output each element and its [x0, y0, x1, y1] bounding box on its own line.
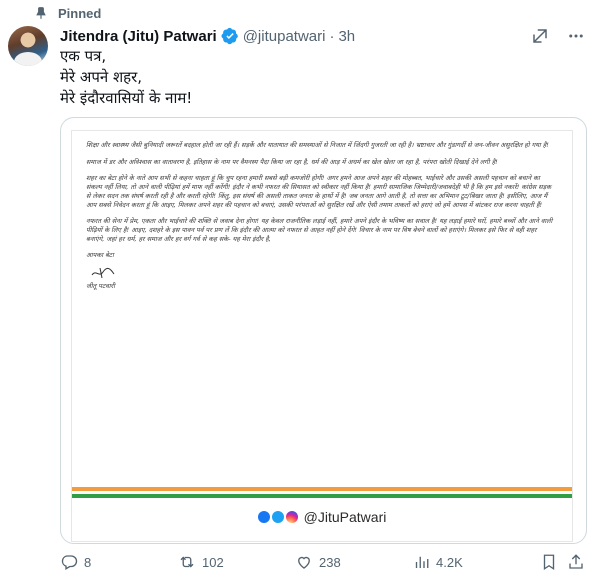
- grok-icon[interactable]: [531, 27, 549, 45]
- letter-paragraph: शहर का बेटा होने के नाते आप सभी से कहना …: [86, 174, 552, 209]
- avatar[interactable]: [8, 26, 48, 66]
- views-icon: [412, 553, 430, 571]
- heart-icon: [295, 553, 313, 571]
- tweet-text-line: मेरे इंदौरवासियों के नाम!: [60, 89, 193, 107]
- letter-signature-name: जीतू पटवारी: [86, 282, 115, 291]
- tweet-media-image[interactable]: शिक्षा और स्वास्थ्य जैसी बुनियादी जरूरते…: [60, 117, 587, 544]
- header-actions: [531, 27, 585, 45]
- letter-paragraph: शिक्षा और स्वास्थ्य जैसी बुनियादी जरूरते…: [86, 141, 549, 149]
- tweet-actions: 8 102 238 4.2K: [60, 553, 585, 571]
- tweet-timestamp[interactable]: 3h: [338, 28, 355, 45]
- views-count: 4.2K: [436, 554, 463, 570]
- like-button[interactable]: 238: [295, 553, 341, 571]
- author-display-name[interactable]: Jitendra (Jitu) Patwari: [60, 28, 217, 45]
- share-button[interactable]: [567, 553, 585, 571]
- social-handle: @JituPatwari: [303, 509, 387, 525]
- letter-closing: आपका बेटा: [86, 251, 114, 260]
- letter-paragraph: समाज में डर और अविश्वास का वातावरण है, इ…: [86, 157, 498, 166]
- tweet-text-line: मेरे अपने शहर,: [60, 68, 143, 86]
- letter-page: शिक्षा और स्वास्थ्य जैसी बुनियादी जरूरते…: [71, 130, 573, 542]
- pinned-label: Pinned: [58, 5, 102, 21]
- reply-count: 8: [84, 554, 92, 570]
- tricolor-band: [72, 487, 572, 501]
- tweet-header: Jitendra (Jitu) Patwari @jitupatwari · 3…: [60, 26, 355, 46]
- letter-body: शिक्षा और स्वास्थ्य जैसी बुनियादी जरूरते…: [86, 141, 556, 291]
- letter-paragraph: नफरत की सेना में प्रेम, एकता और भाईचारे …: [86, 217, 553, 243]
- social-links: @JituPatwari: [72, 509, 572, 525]
- reply-button[interactable]: 8: [60, 553, 91, 571]
- pin-icon: [20, 6, 48, 20]
- pinned-indicator: Pinned: [20, 4, 101, 22]
- bookmark-button[interactable]: [540, 553, 558, 571]
- repost-button[interactable]: 102: [178, 553, 224, 571]
- bookmark-icon: [540, 553, 558, 571]
- like-count: 238: [319, 554, 341, 570]
- facebook-icon: [257, 511, 270, 523]
- separator-dot: ·: [329, 27, 335, 45]
- repost-count: 102: [202, 554, 224, 570]
- twitter-icon: [271, 511, 284, 523]
- tweet-text: एक पत्र, मेरे अपने शहर, मेरे इंदौरवासियो…: [60, 46, 192, 109]
- tweet-text-line: एक पत्र,: [60, 47, 107, 65]
- instagram-icon: [285, 511, 298, 523]
- more-options-icon[interactable]: [567, 27, 585, 45]
- reply-icon: [60, 553, 78, 571]
- author-handle[interactable]: @jitupatwari: [243, 28, 326, 45]
- signature-mark: [91, 267, 115, 279]
- repost-icon: [178, 553, 196, 571]
- verified-badge-icon: [221, 27, 239, 45]
- views-button[interactable]: 4.2K: [412, 553, 463, 571]
- share-icon: [567, 553, 585, 571]
